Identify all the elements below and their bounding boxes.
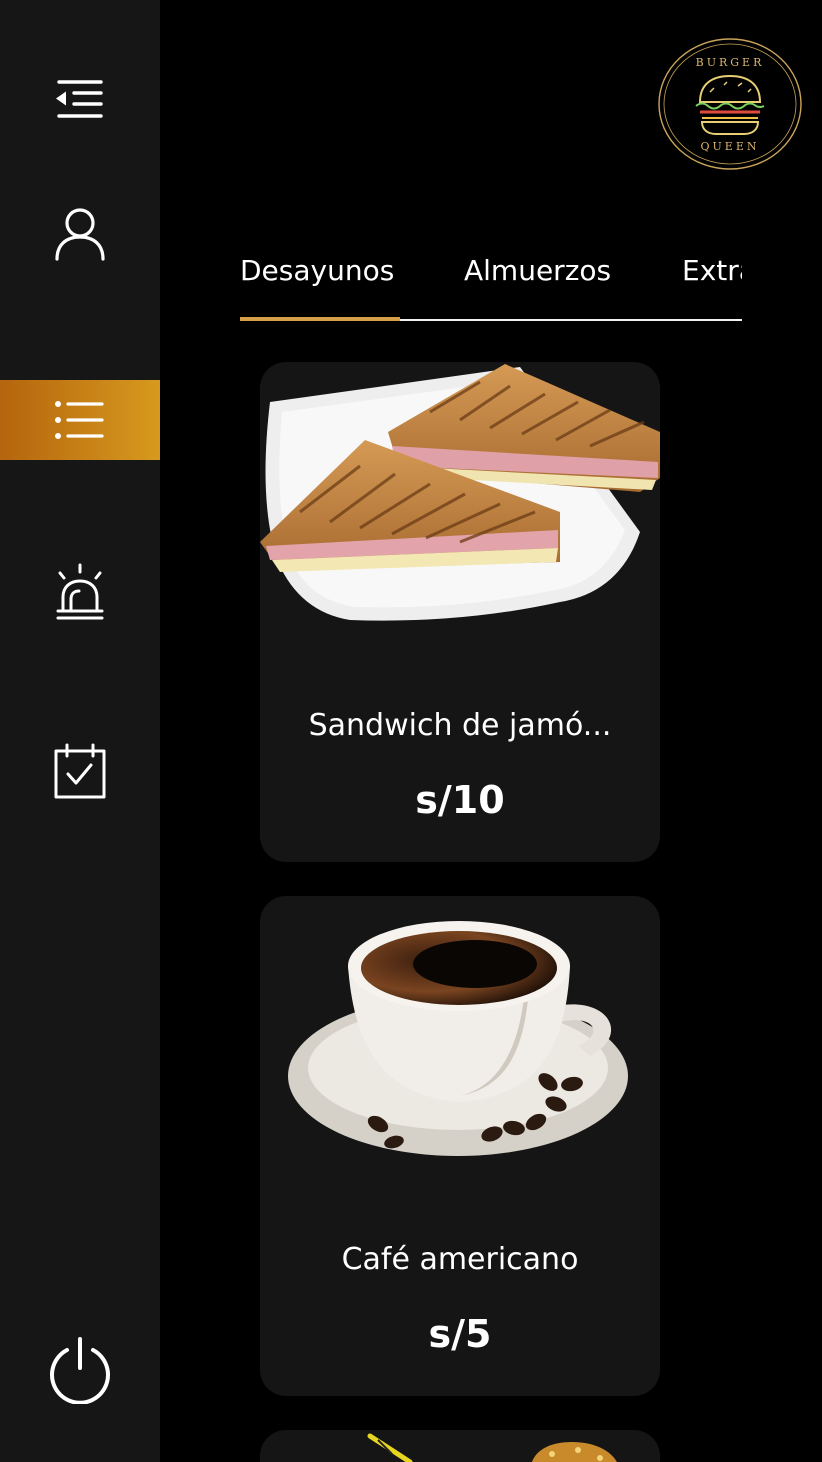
logout-button[interactable] — [0, 1330, 160, 1410]
power-icon — [50, 1337, 110, 1404]
tab-extras[interactable]: Extras — [682, 254, 742, 287]
product-price: s/5 — [428, 1312, 492, 1356]
collapse-menu-icon — [56, 80, 103, 118]
calendar-check-icon — [54, 743, 106, 799]
alarm-light-icon — [56, 563, 104, 620]
menu-list-button[interactable] — [0, 380, 160, 460]
product-image-partial — [367, 1433, 617, 1462]
tab-selected-indicator — [240, 317, 400, 321]
alerts-button[interactable] — [0, 553, 160, 633]
sandwich-image — [260, 364, 660, 621]
product-name: Sandwich de jamó... — [308, 708, 612, 743]
category-tabs: Desayunos Almuerzos Extras — [240, 240, 742, 322]
user-icon — [55, 208, 105, 261]
profile-button[interactable] — [0, 193, 160, 273]
brand-logo: BURGER QUEEN — [656, 36, 804, 172]
list-icon — [55, 401, 104, 439]
product-card[interactable]: Café americano s/5 — [260, 896, 660, 1396]
product-price: s/10 — [415, 778, 505, 822]
logo-top-text: BURGER — [695, 56, 765, 69]
collapse-menu-button[interactable] — [0, 60, 160, 140]
orders-calendar-button[interactable] — [0, 732, 160, 812]
tab-almuerzos[interactable]: Almuerzos — [464, 254, 611, 287]
logo-bottom-text: QUEEN — [700, 140, 760, 153]
product-card-partial[interactable] — [260, 1430, 660, 1462]
app-root: BURGER QUEEN Desayunos Almuerzos Extras — [0, 0, 822, 1462]
tab-desayunos[interactable]: Desayunos — [240, 254, 394, 287]
product-name: Café americano — [341, 1242, 579, 1277]
coffee-cup-image — [288, 921, 628, 1156]
product-card[interactable]: Sandwich de jamó... s/10 — [260, 362, 660, 862]
sidebar — [0, 0, 160, 1462]
